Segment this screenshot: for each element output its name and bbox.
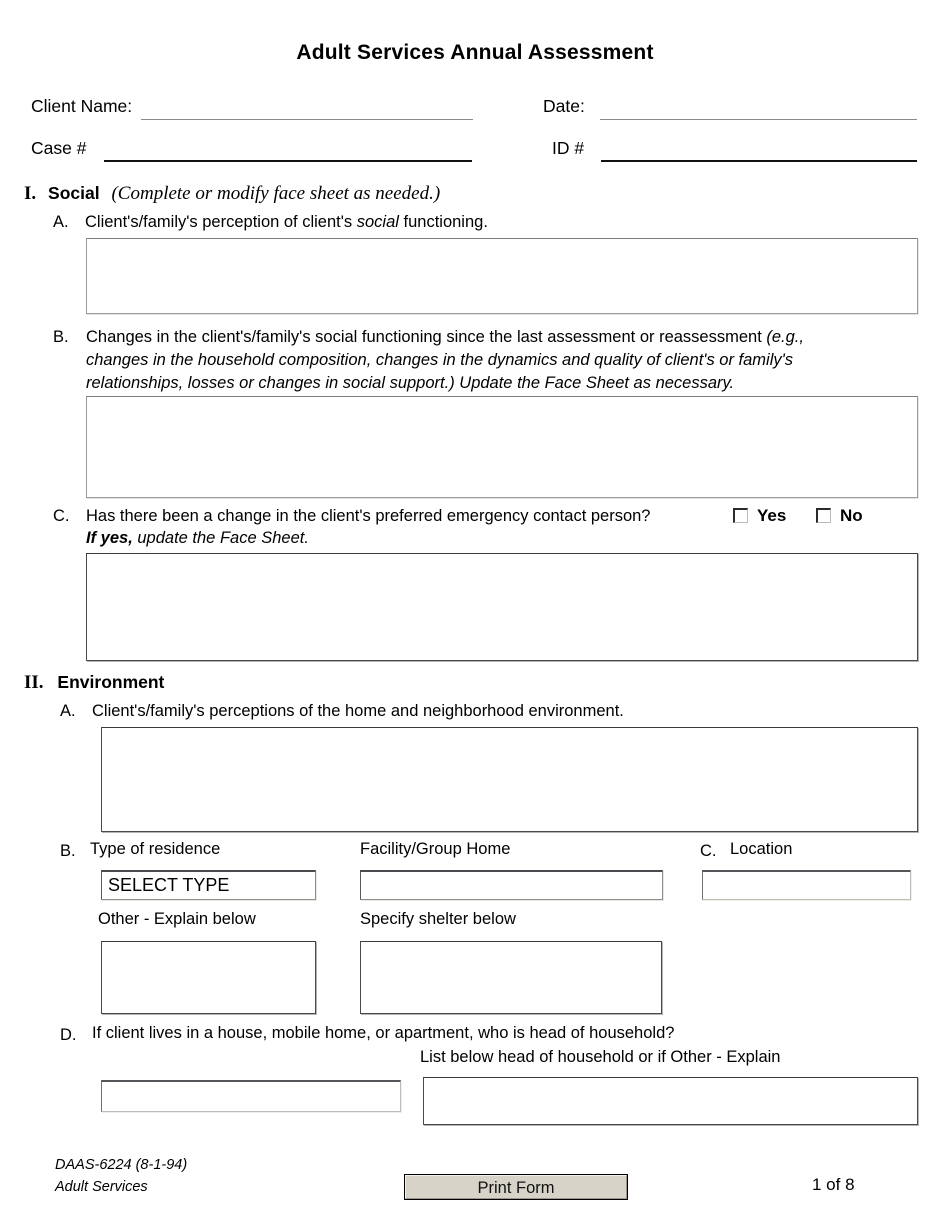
item-i-c-no-checkbox[interactable] xyxy=(816,508,831,523)
item-i-b-text-italic3: relationships, losses or changes in soci… xyxy=(86,374,735,392)
section-ii-number: II. xyxy=(24,672,44,693)
item-i-c-letter: C. xyxy=(53,507,70,525)
other-explain-textarea[interactable] xyxy=(101,941,316,1014)
date-input[interactable] xyxy=(600,119,917,120)
item-i-c-subnote-bold: If yes, xyxy=(86,529,133,547)
case-number-label: Case # xyxy=(31,138,87,158)
item-i-c-yes-checkbox[interactable] xyxy=(733,508,748,523)
page-indicator: 1 of 8 xyxy=(812,1175,855,1194)
print-form-button[interactable]: Print Form xyxy=(404,1174,628,1200)
item-i-b-textarea[interactable] xyxy=(86,396,918,498)
item-ii-a-letter: A. xyxy=(60,702,76,720)
item-i-a-letter: A. xyxy=(53,213,69,231)
item-i-b-text-plain: Changes in the client's/family's social … xyxy=(86,328,767,346)
item-i-b-text-italic1: (e.g., xyxy=(766,328,804,346)
print-form-button-label: Print Form xyxy=(405,1175,627,1199)
other-explain-below-label: Other - Explain below xyxy=(98,910,256,928)
item-i-b-text-italic2: changes in the household composition, ch… xyxy=(86,351,794,369)
item-i-c-yes-label: Yes xyxy=(757,506,787,525)
item-i-c-subnote: If yes, update the Face Sheet. xyxy=(86,527,309,550)
location-input[interactable] xyxy=(702,870,911,900)
section-ii-name: Environment xyxy=(57,672,165,692)
facility-group-home-label: Facility/Group Home xyxy=(360,840,511,858)
specify-shelter-textarea[interactable] xyxy=(360,941,662,1014)
type-of-residence-value: SELECT TYPE xyxy=(108,875,230,895)
item-i-a-text-part1: Client's/family's perception of client's xyxy=(85,213,357,231)
item-i-a-text-emphasis: social xyxy=(356,213,399,231)
item-i-b-label: Changes in the client's/family's social … xyxy=(86,326,921,349)
case-number-input[interactable] xyxy=(104,160,472,162)
head-of-household-list-label: List below head of household or if Other… xyxy=(420,1048,781,1066)
item-i-c-question: Has there been a change in the client's … xyxy=(86,507,651,525)
date-label: Date: xyxy=(543,96,585,116)
id-number-input[interactable] xyxy=(601,160,917,162)
section-i-name: Social xyxy=(48,183,100,203)
client-name-input[interactable] xyxy=(141,119,473,120)
item-i-b-letter: B. xyxy=(53,328,69,346)
agency-label: Adult Services xyxy=(55,1179,148,1195)
item-i-c-textarea[interactable] xyxy=(86,553,918,661)
item-i-c-subnote-italic: update the Face Sheet. xyxy=(132,529,309,547)
item-ii-b-letter: B. xyxy=(60,842,76,860)
client-name-label: Client Name: xyxy=(31,96,133,116)
head-of-household-input[interactable] xyxy=(101,1080,401,1112)
page-title: Adult Services Annual Assessment xyxy=(296,41,654,64)
item-i-a-text-part2: functioning. xyxy=(398,213,488,231)
item-i-a-label: Client's/family's perception of client's… xyxy=(85,211,885,234)
item-i-a-textarea[interactable] xyxy=(86,238,918,314)
item-ii-b-label: Type of residence xyxy=(90,840,221,858)
form-page: Adult Services Annual Assessment Client … xyxy=(0,0,950,1230)
section-i-note: (Complete or modify face sheet as needed… xyxy=(111,183,441,204)
section-ii-heading: II. Environment xyxy=(24,672,164,694)
section-i-heading: I. Social (Complete or modify face sheet… xyxy=(24,183,440,205)
item-ii-c-letter: C. xyxy=(700,842,717,860)
form-id-label: DAAS-6224 (8-1-94) xyxy=(55,1157,188,1173)
section-i-number: I. xyxy=(24,183,37,204)
facility-group-home-input[interactable] xyxy=(360,870,663,900)
item-ii-d-label: If client lives in a house, mobile home,… xyxy=(92,1024,675,1042)
item-ii-a-label: Client's/family's perceptions of the hom… xyxy=(92,702,624,720)
id-number-label: ID # xyxy=(552,138,585,158)
item-ii-d-letter: D. xyxy=(60,1026,77,1044)
item-ii-a-textarea[interactable] xyxy=(101,727,918,832)
item-i-c-no-label: No xyxy=(840,506,863,525)
specify-shelter-below-label: Specify shelter below xyxy=(360,910,516,928)
item-ii-c-label: Location xyxy=(730,840,793,858)
head-of-household-explain-textarea[interactable] xyxy=(423,1077,918,1125)
